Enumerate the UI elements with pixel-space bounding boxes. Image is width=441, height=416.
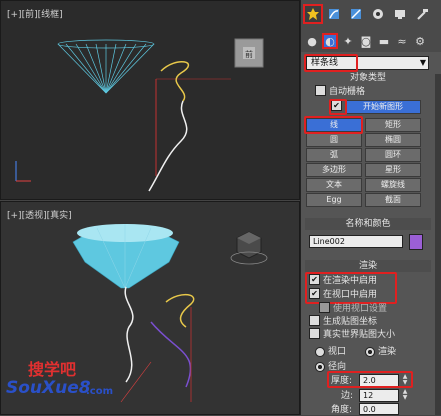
auto-grid-box[interactable]: [315, 85, 326, 96]
render-radio[interactable]: 渲染: [365, 346, 396, 358]
camera-icon: ◙: [360, 34, 372, 48]
shape-button[interactable]: 弧: [306, 148, 362, 162]
viewport-radio-label: 视口: [328, 347, 347, 357]
create-category-bar: ● ◐ ✦ ◙ ▬ ≈ ⚙: [301, 30, 441, 52]
chevron-down-icon: ▼: [419, 58, 426, 67]
auto-grid-label: 自动栅格: [329, 87, 366, 97]
modify-tab[interactable]: [324, 4, 344, 24]
sides-label: 边:: [341, 391, 354, 401]
real-world-map-box[interactable]: [309, 328, 320, 339]
shapes-category[interactable]: ◐: [322, 33, 338, 49]
sides-input[interactable]: 12: [359, 389, 399, 402]
spacewarps-category[interactable]: ≈: [394, 33, 410, 49]
motion-icon: [373, 9, 383, 19]
cameras-category[interactable]: ◙: [358, 33, 374, 49]
enable-render-highlight: [305, 272, 397, 304]
shape-button[interactable]: 圆: [306, 133, 362, 147]
hammer-icon: [417, 9, 428, 20]
viewport-radio-dot[interactable]: [315, 346, 325, 357]
watermark-line1: 搜学吧: [28, 360, 77, 379]
viewcube-icon: 前: [234, 38, 264, 68]
object-name-input[interactable]: Line002: [309, 235, 403, 248]
yellow-spline: [160, 60, 190, 102]
shaded-cone: [72, 224, 180, 289]
gen-mapping-label: 生成贴图坐标: [323, 317, 378, 327]
helpers-category[interactable]: ▬: [376, 33, 392, 49]
object-color-swatch[interactable]: [409, 234, 423, 250]
purple-spline-persp: [150, 321, 192, 388]
light-icon: ✦: [343, 34, 353, 48]
object-type-rollout-title[interactable]: 对象类型: [305, 72, 431, 84]
shape-button[interactable]: 螺旋线: [365, 178, 421, 192]
gen-mapping-checkbox[interactable]: 生成贴图坐标: [309, 315, 378, 328]
real-world-map-label: 真实世界贴图大小: [323, 330, 396, 340]
real-world-map-checkbox[interactable]: 真实世界贴图大小: [309, 328, 396, 341]
geometry-category[interactable]: ●: [304, 33, 320, 49]
use-viewport-settings-checkbox[interactable]: 使用视口设置: [319, 302, 388, 315]
line-button-highlight: [304, 116, 363, 134]
sides-spinner[interactable]: ▲ ▼: [401, 389, 409, 402]
shape-button[interactable]: 圆环: [365, 148, 421, 162]
motion-tab[interactable]: [368, 4, 388, 24]
use-viewport-settings-box[interactable]: [319, 302, 330, 313]
start-new-shape-highlight: [329, 99, 347, 115]
thickness-highlight: [327, 371, 413, 388]
systems-category[interactable]: ⚙: [412, 33, 428, 49]
spacewarp-icon: ≈: [397, 34, 407, 48]
use-viewport-settings-label: 使用视口设置: [333, 304, 388, 314]
shape-button[interactable]: 多边形: [306, 163, 362, 177]
shape-button[interactable]: 截面: [365, 193, 421, 207]
watermark-line3: .com: [86, 386, 114, 397]
start-new-shape-button[interactable]: 开始新图形: [345, 100, 421, 114]
display-tab[interactable]: [390, 4, 410, 24]
shape-button[interactable]: 星形: [365, 163, 421, 177]
front-viewport-scene: 前: [15, 38, 264, 192]
front-viewport[interactable]: [+][前][线框] 前: [0, 0, 300, 200]
hierarchy-icon: [351, 9, 361, 19]
viewport-radio[interactable]: 视口: [315, 346, 346, 358]
hierarchy-tab[interactable]: [346, 4, 366, 24]
auto-grid-checkbox[interactable]: 自动栅格: [315, 85, 366, 98]
angle-label: 角度:: [331, 405, 353, 415]
shape-button[interactable]: 矩形: [365, 118, 421, 132]
create-star-icon: [307, 8, 319, 20]
watermark-line2: SouXue8: [6, 378, 91, 398]
create-tab[interactable]: [303, 4, 323, 24]
yellow-spline-persp: [165, 293, 195, 328]
white-spline: [148, 100, 188, 192]
shape-button[interactable]: 文本: [306, 178, 362, 192]
shapes-icon: ◐: [325, 34, 335, 48]
systems-icon: ⚙: [415, 34, 425, 48]
watermark-logo: 搜学吧 SouXue8 .com: [4, 356, 132, 408]
radial-radio-dot[interactable]: [315, 361, 325, 372]
panel-scrollbar[interactable]: [435, 74, 441, 415]
angle-input[interactable]: 0.0: [359, 403, 399, 415]
display-icon: [395, 10, 405, 19]
gen-mapping-box[interactable]: [309, 315, 320, 326]
cone-wireframe: [57, 39, 155, 94]
name-color-rollout-title[interactable]: 名称和颜色: [305, 218, 431, 230]
dropdown-highlight: [304, 54, 358, 72]
modify-icon: [329, 9, 339, 19]
command-panel-tabs: [301, 0, 441, 30]
rendering-rollout-title[interactable]: 渲染: [305, 260, 431, 272]
lights-category[interactable]: ✦: [340, 33, 356, 49]
tape-icon: ▬: [378, 34, 390, 48]
svg-text:前: 前: [245, 49, 253, 59]
utilities-tab[interactable]: [412, 4, 432, 24]
render-radio-label: 渲染: [378, 347, 397, 357]
command-panel: ● ◐ ✦ ◙ ▬ ≈ ⚙ 样条线 ▼ 对象类型 自动栅格 ✔ 开始新图形 线矩…: [300, 0, 441, 415]
render-radio-dot[interactable]: [365, 346, 375, 357]
shape-button[interactable]: Egg: [306, 193, 362, 207]
sphere-icon: ●: [307, 34, 317, 48]
shape-button[interactable]: 椭圆: [365, 133, 421, 147]
viewcube-persp-icon: [230, 231, 268, 265]
